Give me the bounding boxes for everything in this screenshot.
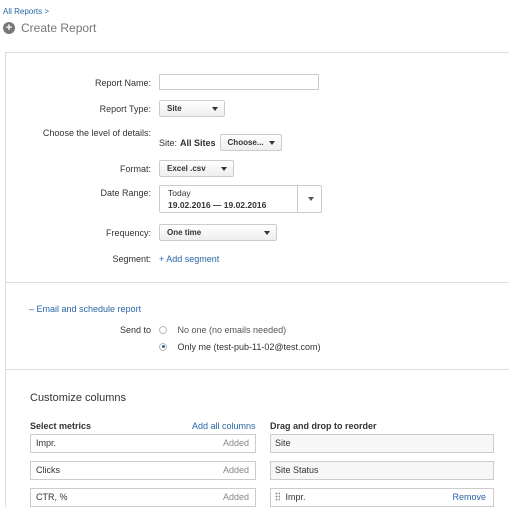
format-select[interactable]: Excel .csv: [159, 160, 234, 177]
order-item: Site: [270, 434, 494, 453]
metric-name: CTR, %: [36, 492, 68, 502]
divider: [6, 369, 509, 370]
metric-item[interactable]: Clicks Added: [30, 461, 256, 480]
date-range-label: Date Range:: [100, 188, 151, 198]
chevron-down-icon: [268, 141, 275, 145]
metric-status: Added: [222, 492, 249, 502]
metric-item[interactable]: Impr. Added: [30, 434, 256, 453]
report-name-input[interactable]: [159, 74, 319, 90]
radio-only-me[interactable]: [159, 342, 167, 351]
chevron-down-icon: [212, 107, 218, 111]
choose-site-value: Choose...: [227, 138, 264, 147]
breadcrumb[interactable]: All Reports >: [3, 7, 49, 16]
customize-columns-title: Customize columns: [30, 392, 126, 404]
date-range-row: Date Range: Today 19.02.2016 — 19.02.201…: [6, 185, 509, 213]
order-item[interactable]: Impr. Remove: [270, 488, 494, 507]
frequency-row: Frequency: One time: [6, 224, 509, 242]
site-prefix: Site:: [159, 137, 178, 148]
plus-circle-icon: +: [3, 22, 15, 34]
details-row: Choose the level of details: Site: All S…: [6, 125, 509, 151]
chevron-down-icon: [264, 231, 270, 235]
format-row: Format: Excel .csv: [6, 160, 509, 178]
frequency-value: One time: [167, 228, 202, 237]
send-to-row-2: Only me (test-pub-11-02@test.com): [6, 338, 509, 356]
add-all-columns-link[interactable]: Add all columns: [192, 421, 256, 431]
format-label: Format:: [119, 164, 151, 174]
site-value: All Sites: [180, 137, 216, 148]
radio-only-me-label: Only me (test-pub-11-02@test.com): [177, 342, 321, 352]
date-range-value: 19.02.2016 — 19.02.2016: [168, 200, 267, 210]
chevron-down-icon: [221, 167, 227, 171]
metric-name: Impr.: [36, 438, 57, 448]
order-name: Site Status: [275, 465, 319, 475]
frequency-label: Frequency:: [105, 228, 151, 238]
report-type-select[interactable]: Site: [159, 100, 225, 117]
order-name: Impr.: [285, 492, 306, 502]
report-type-label: Report Type:: [99, 104, 151, 114]
order-item: Site Status: [270, 461, 494, 480]
select-metrics-heading: Select metrics: [30, 421, 92, 431]
report-form-panel: Report Name: Report Type: Site Choose th…: [5, 52, 509, 507]
metric-status: Added: [222, 465, 249, 475]
remove-link[interactable]: Remove: [452, 489, 486, 506]
metric-name: Clicks: [36, 465, 60, 475]
chevron-down-icon: [308, 197, 314, 201]
segment-label: Segment:: [112, 254, 151, 264]
send-to-row: Send to No one (no emails needed): [6, 321, 509, 339]
details-label: Choose the level of details:: [42, 128, 151, 138]
date-range-preset: Today: [168, 188, 191, 198]
report-name-label: Report Name:: [94, 78, 151, 88]
drag-handle-icon[interactable]: [275, 492, 280, 502]
report-type-value: Site: [167, 104, 182, 113]
date-range-toggle[interactable]: [297, 185, 323, 213]
order-name: Site: [275, 438, 291, 448]
radio-no-one[interactable]: [159, 325, 167, 334]
metric-status: Added: [222, 438, 249, 448]
frequency-select[interactable]: One time: [159, 224, 277, 241]
reorder-heading: Drag and drop to reorder: [270, 421, 377, 431]
email-schedule-toggle[interactable]: – Email and schedule report: [29, 304, 141, 314]
page-title-text: Create Report: [21, 21, 97, 35]
report-name-row: Report Name:: [6, 74, 509, 92]
choose-site-select[interactable]: Choose...: [219, 134, 282, 151]
metric-item[interactable]: CTR, % Added: [30, 488, 256, 507]
radio-no-one-label: No one (no emails needed): [177, 325, 287, 335]
add-segment-link[interactable]: + Add segment: [159, 254, 219, 264]
format-value: Excel .csv: [167, 164, 206, 173]
divider: [6, 282, 509, 283]
send-to-label: Send to: [119, 325, 151, 335]
date-range-picker[interactable]: Today 19.02.2016 — 19.02.2016: [159, 185, 322, 213]
report-type-row: Report Type: Site: [6, 100, 509, 118]
segment-row: Segment: + Add segment: [6, 250, 509, 268]
page-title: + Create Report: [3, 21, 96, 35]
